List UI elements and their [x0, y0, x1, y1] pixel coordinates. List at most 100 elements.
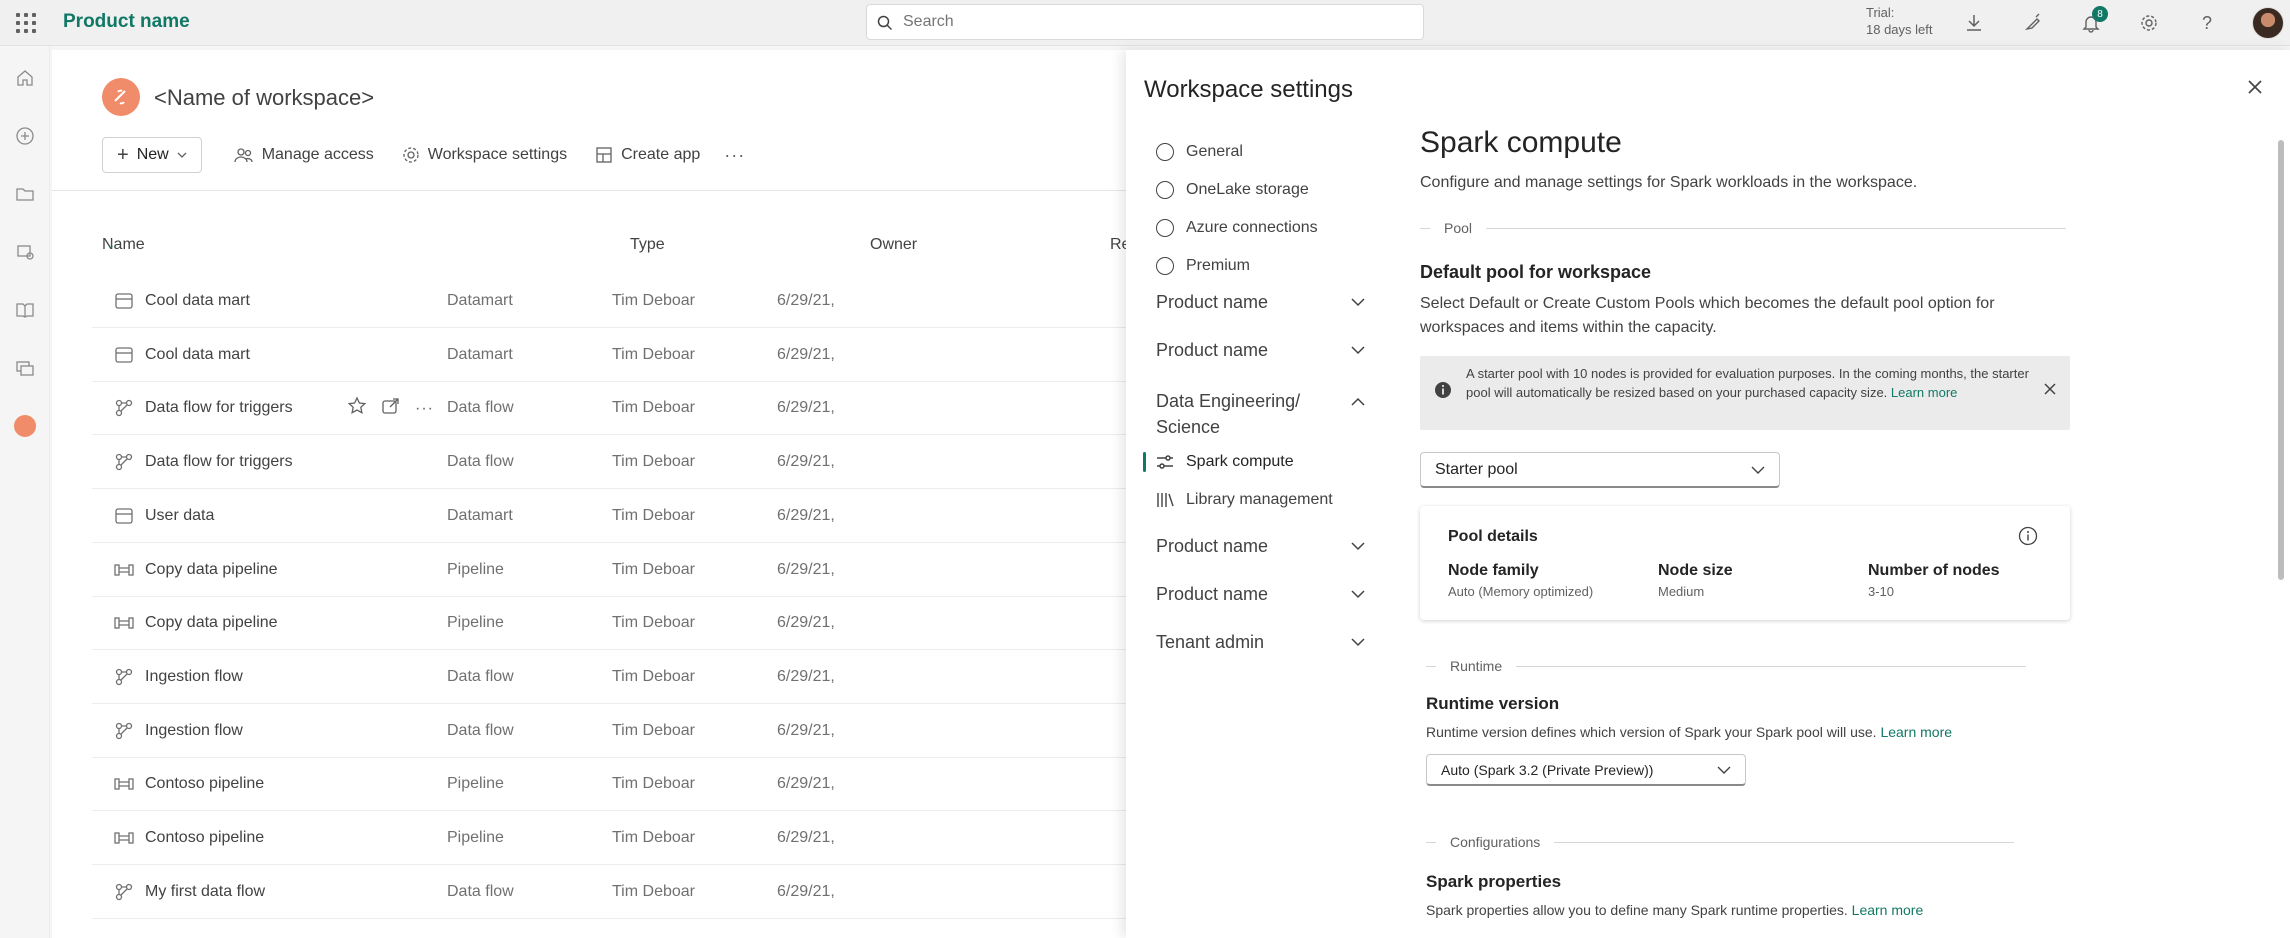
table-row[interactable]: Contoso pipeline Pipeline Tim Deboar 6/29/2…: [92, 812, 1152, 865]
dismiss-icon[interactable]: [2042, 381, 2058, 397]
table-row[interactable]: Ingestion flow Data flow Tim Deboar 6/29/21…: [92, 651, 1152, 704]
nav-library-management[interactable]: Library management: [1156, 488, 1333, 512]
workspace-settings-label: Workspace settings: [427, 146, 568, 163]
table-row[interactable]: My first data flow Data flow Tim Deboar 6/2…: [92, 866, 1152, 919]
nav-premium[interactable]: Premium: [1156, 254, 1250, 278]
table-row[interactable]: Cool data mart Datamart Tim Deboar 6/29/21,: [92, 275, 1152, 328]
more-options-button[interactable]: ···: [714, 145, 755, 166]
info-outline-icon[interactable]: [2018, 526, 2038, 546]
feedback-icon[interactable]: [2019, 9, 2047, 37]
product-name[interactable]: Product name: [63, 11, 190, 33]
workspace-settings-panel: Workspace settings General OneLake stora…: [1126, 50, 2290, 938]
download-icon[interactable]: [1960, 9, 1988, 37]
datamart-icon: [114, 507, 134, 525]
nav-general[interactable]: General: [1156, 140, 1243, 164]
info-icon: [1435, 382, 1451, 398]
current-workspace-icon[interactable]: [13, 414, 37, 438]
panel-scrollbar[interactable]: [2278, 140, 2284, 580]
close-icon[interactable]: [2244, 76, 2266, 98]
table-row[interactable]: Data flow for triggers Data flow Tim Deboa…: [92, 436, 1152, 490]
favorite-star-icon[interactable]: [347, 396, 367, 421]
trial-days-left: 18 days left: [1866, 22, 1933, 37]
settings-gear-icon[interactable]: [2135, 9, 2163, 37]
item-name[interactable]: User data: [145, 507, 214, 525]
pool-select-value: Starter pool: [1435, 460, 1518, 478]
item-type: Data flow: [447, 721, 514, 739]
workspace-main: <Name of workspace> + New Manage access …: [52, 50, 1175, 938]
home-icon[interactable]: [13, 66, 37, 90]
info-learn-more-link[interactable]: Learn more: [1891, 385, 1957, 400]
item-name[interactable]: Copy data pipeline: [145, 614, 278, 632]
new-button[interactable]: + New: [102, 137, 202, 173]
pipeline-icon: [114, 775, 134, 793]
runtime-select-value: Auto (Spark 3.2 (Private Preview)): [1441, 761, 1654, 778]
chevron-down-icon: [1351, 346, 1365, 355]
item-name[interactable]: Cool data mart: [145, 346, 250, 364]
column-type[interactable]: Type: [630, 236, 665, 254]
manage-access-button[interactable]: Manage access: [220, 137, 388, 173]
item-owner: Tim Deboar: [612, 775, 695, 793]
nav-group-data-engineering[interactable]: Data Engineering/ Science: [1156, 388, 1366, 440]
item-name[interactable]: Ingestion flow: [145, 668, 243, 686]
default-pool-desc-2: workspaces and items within the capacity…: [1420, 319, 1717, 336]
new-label: New: [136, 146, 169, 163]
nav-group-product-2[interactable]: Product name: [1156, 340, 1366, 361]
learn-book-icon[interactable]: [13, 298, 37, 322]
create-app-button[interactable]: Create app: [581, 137, 714, 173]
item-name[interactable]: Data flow for triggers: [145, 453, 293, 471]
radio-icon: [1156, 257, 1174, 275]
item-refreshed: 6/29/21,: [777, 882, 835, 900]
nav-group-tenant-admin[interactable]: Tenant admin: [1156, 632, 1366, 653]
notification-badge: 8: [2092, 6, 2108, 22]
item-name[interactable]: Ingestion flow: [145, 722, 243, 740]
notifications-icon[interactable]: 8: [2077, 6, 2108, 37]
nav-onelake-storage[interactable]: OneLake storage: [1156, 178, 1309, 202]
dataflow-icon: [114, 668, 134, 686]
share-icon[interactable]: [381, 396, 401, 421]
nav-azure-connections[interactable]: Azure connections: [1156, 216, 1318, 240]
user-avatar[interactable]: [2252, 7, 2284, 39]
nav-group-product-1[interactable]: Product name: [1156, 292, 1366, 313]
runtime-version-dropdown[interactable]: Auto (Spark 3.2 (Private Preview)): [1426, 754, 1746, 786]
item-name[interactable]: My first data flow: [145, 883, 265, 901]
search-input[interactable]: [903, 11, 1403, 33]
item-owner: Tim Deboar: [612, 829, 695, 846]
help-icon[interactable]: ?: [2193, 9, 2221, 37]
item-name[interactable]: Copy data pipeline: [145, 561, 278, 579]
table-row[interactable]: Copy data pipeline Pipeline Tim Deboar 6/29…: [92, 544, 1152, 597]
item-name[interactable]: Cool data mart: [145, 292, 250, 310]
spark-properties-learn-more-link[interactable]: Learn more: [1852, 902, 1924, 918]
workspace-settings-button[interactable]: Workspace settings: [388, 137, 581, 173]
runtime-learn-more-link[interactable]: Learn more: [1880, 724, 1952, 740]
table-row[interactable]: User data Datamart Tim Deboar 6/29/21,: [92, 490, 1152, 543]
workspaces-icon[interactable]: [13, 356, 37, 380]
item-name[interactable]: Contoso pipeline: [145, 829, 264, 847]
table-row[interactable]: Ingestion flow Data flow Tim Deboar 6/29/21…: [92, 705, 1152, 758]
search-box[interactable]: [866, 4, 1424, 40]
nav-group-product-4[interactable]: Product name: [1156, 584, 1366, 605]
create-icon[interactable]: [13, 124, 37, 148]
nav-spark-compute[interactable]: Spark compute: [1156, 450, 1294, 474]
browse-folder-icon[interactable]: [13, 182, 37, 206]
active-indicator: [1143, 452, 1146, 472]
table-row[interactable]: Cool data mart Datamart Tim Deboar 6/29/21,: [92, 329, 1152, 382]
runtime-section-divider: Runtime: [1426, 658, 2026, 674]
nav-group-label: Product name: [1156, 292, 1269, 312]
nav-group-product-3[interactable]: Product name: [1156, 536, 1366, 557]
radio-icon: [1156, 219, 1174, 237]
more-actions-icon[interactable]: ···: [415, 400, 434, 418]
item-refreshed: 6/29/21,: [777, 345, 835, 363]
table-row[interactable]: Data flow for triggers ··· Data flow Tim De…: [92, 382, 1152, 436]
pool-select-dropdown[interactable]: Starter pool: [1420, 452, 1780, 488]
spark-properties-description: Spark properties allow you to define man…: [1426, 902, 1924, 918]
item-name[interactable]: Contoso pipeline: [145, 775, 264, 793]
nav-library-label: Library management: [1186, 491, 1333, 508]
item-name[interactable]: Data flow for triggers: [145, 399, 293, 417]
nodes-label: Number of nodes: [1868, 562, 2000, 579]
app-launcher-icon[interactable]: [14, 11, 36, 33]
dataflow-icon: [114, 453, 134, 471]
table-row[interactable]: Copy data pipeline Pipeline Tim Deboar 6/29…: [92, 597, 1152, 651]
table-row[interactable]: Contoso pipeline Pipeline Tim Deboar 6/29/2…: [92, 758, 1152, 812]
column-owner[interactable]: Owner: [870, 236, 917, 254]
data-hub-icon[interactable]: [13, 240, 37, 264]
